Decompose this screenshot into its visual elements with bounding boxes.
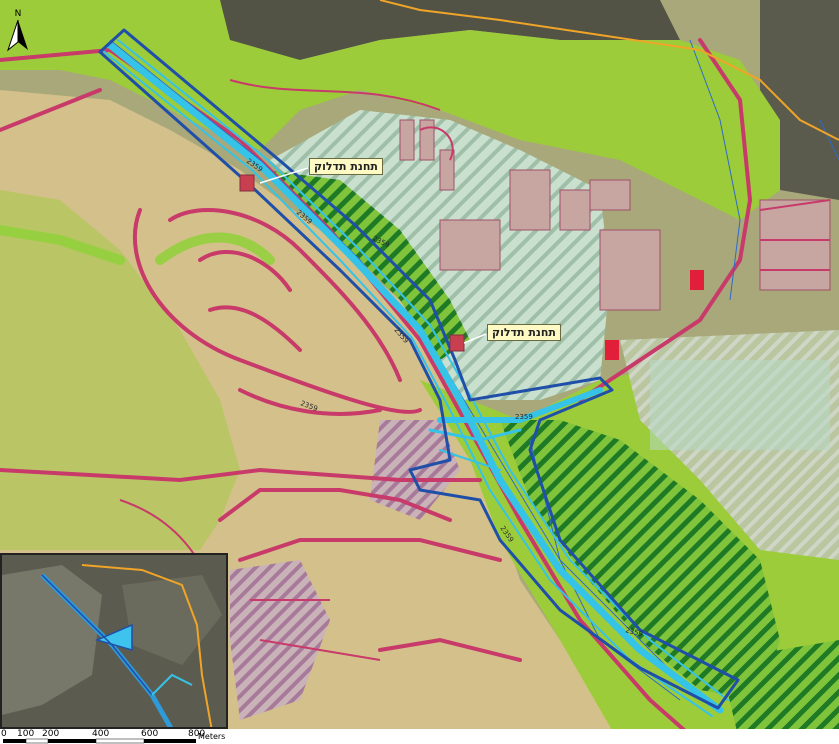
north-arrow-icon: N bbox=[6, 9, 28, 52]
fuel-station-marker-lower bbox=[449, 334, 465, 352]
fuel-station-label-upper: תחנת תדלוק bbox=[309, 158, 383, 175]
scale-tick: 0 bbox=[1, 729, 7, 739]
scale-tick: 100 bbox=[17, 729, 35, 739]
planned-block-east bbox=[650, 360, 830, 450]
scale-unit: Meters bbox=[198, 732, 226, 741]
scale-tick: 400 bbox=[92, 729, 110, 739]
overview-inset-map[interactable] bbox=[0, 553, 228, 729]
north-arrow: N bbox=[6, 6, 30, 52]
north-letter: N bbox=[15, 9, 22, 19]
map-view[interactable]: 2359 2359 2359 2359 2359 2359 2359 2359 … bbox=[0, 0, 839, 744]
inset-canvas bbox=[2, 555, 226, 727]
red-block-2 bbox=[605, 340, 619, 360]
fuel-station-label-lower: תחנת תדלוק bbox=[487, 324, 561, 341]
scale-bar: 0 100 200 400 600 800 Meters bbox=[0, 729, 839, 744]
scale-tick: 200 bbox=[42, 729, 60, 739]
road-label: 2359 bbox=[515, 413, 533, 421]
scale-tick: 600 bbox=[141, 729, 159, 739]
fuel-station-marker-upper bbox=[239, 174, 255, 192]
red-block bbox=[690, 270, 704, 290]
